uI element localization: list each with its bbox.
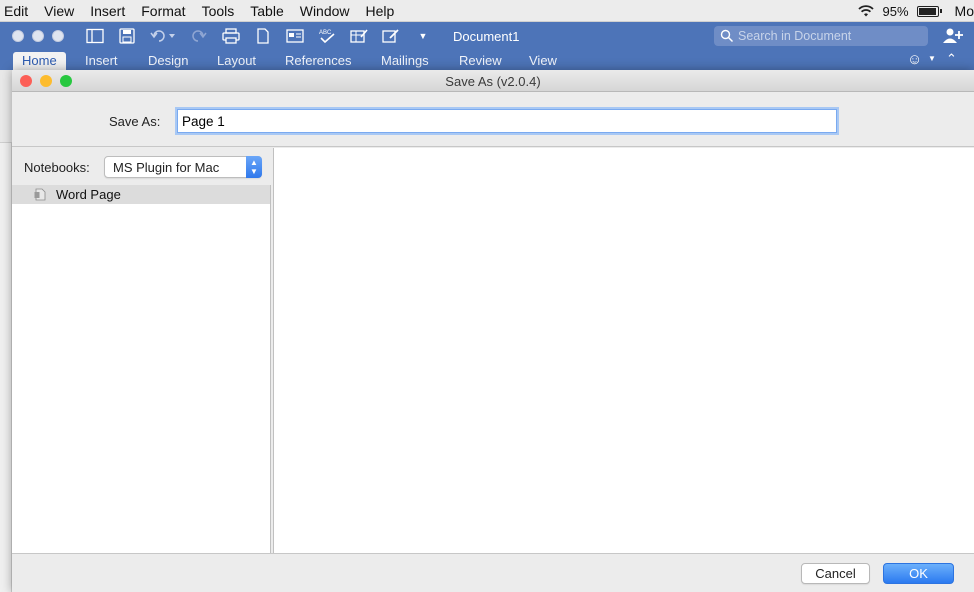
collapse-ribbon-icon[interactable]: ⌃ (946, 51, 957, 67)
quick-access-toolbar: ABC ▼ (86, 28, 432, 44)
battery-percent: 95% (882, 3, 909, 19)
word-zoom-button[interactable] (52, 30, 64, 42)
feedback-dropdown-icon[interactable]: ▼ (928, 54, 936, 63)
tab-mailings[interactable]: Mailings (372, 52, 438, 70)
tab-insert[interactable]: Insert (76, 52, 127, 70)
print-icon[interactable] (222, 28, 240, 44)
search-icon (720, 29, 734, 43)
select-stepper-icon: ▲ ▼ (246, 156, 262, 178)
notebooks-pane: Notebooks: MS Plugin for Mac ▲ ▼ Word Pag… (12, 148, 271, 553)
menu-trailing-item[interactable]: Mo (947, 0, 974, 22)
word-minimize-button[interactable] (32, 30, 44, 42)
cancel-button[interactable]: Cancel (801, 563, 870, 584)
tab-references[interactable]: References (276, 52, 360, 70)
new-document-icon[interactable] (254, 28, 272, 44)
save-as-row: Save As: (12, 92, 974, 147)
menu-tools[interactable]: Tools (194, 0, 243, 22)
word-window-controls (12, 30, 64, 42)
tab-design[interactable]: Design (139, 52, 197, 70)
page-icon (34, 188, 46, 201)
redo-icon[interactable] (190, 28, 208, 44)
macos-menu-bar: Edit View Insert Format Tools Table Wind… (0, 0, 974, 22)
wifi-icon[interactable] (857, 4, 875, 18)
track-changes-icon[interactable] (382, 28, 400, 44)
menu-format[interactable]: Format (133, 0, 193, 22)
tree-item-word-page[interactable]: Word Page (12, 185, 270, 204)
notebooks-row: Notebooks: MS Plugin for Mac ▲ ▼ (12, 148, 271, 185)
tab-layout[interactable]: Layout (208, 52, 265, 70)
battery-level-fill (918, 7, 936, 15)
save-as-label: Save As: (109, 114, 161, 129)
save-as-input[interactable] (177, 109, 837, 133)
save-as-dialog: Save As (v2.0.4) Save As: Notebooks: MS … (12, 70, 974, 592)
ribbon-tabs: Home Insert Design Layout References Mai… (0, 50, 974, 70)
tab-view[interactable]: View (520, 52, 566, 70)
sections-pane[interactable] (273, 148, 974, 553)
spelling-check-icon[interactable]: ABC (318, 28, 336, 44)
table-edit-icon[interactable] (350, 28, 368, 44)
notebooks-selected-value: MS Plugin for Mac (113, 160, 220, 175)
menu-view[interactable]: View (36, 0, 82, 22)
template-icon[interactable] (286, 28, 304, 44)
customize-toolbar-icon[interactable]: ▼ (414, 28, 432, 44)
undo-icon[interactable] (150, 28, 176, 44)
menu-help[interactable]: Help (358, 0, 403, 22)
ok-button[interactable]: OK (883, 563, 954, 584)
menu-bar-status-area: 95% Mo (857, 0, 974, 22)
dialog-footer: Cancel OK (12, 553, 974, 592)
dialog-title-bar: Save As (v2.0.4) (12, 70, 974, 92)
menu-window[interactable]: Window (292, 0, 358, 22)
save-icon[interactable] (118, 28, 136, 44)
svg-text:ABC: ABC (319, 30, 332, 36)
menu-table[interactable]: Table (242, 0, 291, 22)
word-title-bar: ABC ▼ Document1 Search in Document (0, 22, 974, 50)
sidebar-toggle-icon[interactable] (86, 28, 104, 44)
tab-home[interactable]: Home (13, 52, 66, 70)
dialog-title: Save As (v2.0.4) (445, 74, 541, 89)
feedback-smiley-icon[interactable]: ☺ (907, 52, 925, 68)
search-in-document-field[interactable]: Search in Document (714, 26, 928, 46)
menu-edit[interactable]: Edit (0, 0, 36, 22)
word-close-button[interactable] (12, 30, 24, 42)
document-title: Document1 (453, 29, 520, 44)
share-add-user-icon[interactable] (942, 27, 964, 45)
tab-review[interactable]: Review (450, 52, 511, 70)
battery-icon[interactable] (916, 5, 942, 17)
menu-insert[interactable]: Insert (82, 0, 133, 22)
notebooks-label: Notebooks: (24, 160, 90, 175)
notebooks-select[interactable]: MS Plugin for Mac ▲ ▼ (104, 156, 262, 178)
document-background (0, 70, 12, 592)
search-placeholder: Search in Document (738, 29, 852, 43)
tree-item-label: Word Page (56, 187, 121, 202)
